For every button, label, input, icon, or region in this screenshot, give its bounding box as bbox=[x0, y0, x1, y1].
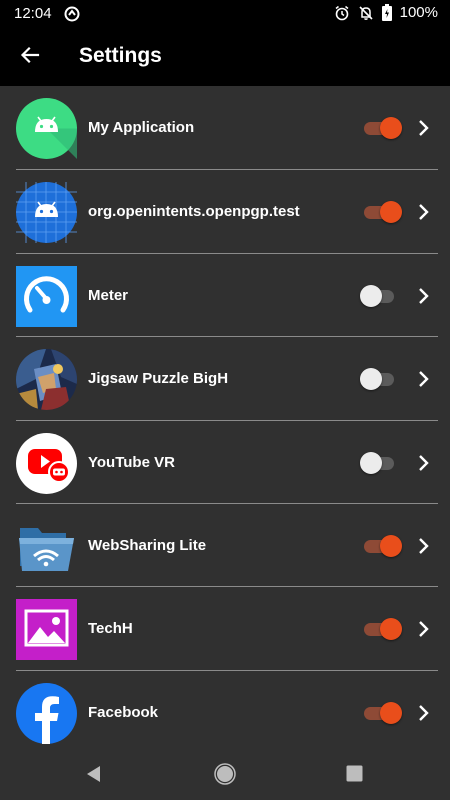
arrow-back-icon bbox=[20, 45, 40, 70]
app-name: org.openintents.openpgp.test bbox=[88, 203, 300, 220]
chevron-right-icon[interactable] bbox=[413, 452, 433, 474]
android-grid-icon bbox=[16, 182, 77, 243]
list-item[interactable]: Facebook bbox=[0, 671, 450, 754]
settings-screen: 12:04 100% Settings My Application org.o… bbox=[0, 0, 450, 800]
list-item[interactable]: Jigsaw Puzzle BigH bbox=[0, 337, 450, 420]
battery-icon bbox=[381, 4, 392, 21]
app-toggle[interactable] bbox=[360, 201, 402, 223]
facebook-icon bbox=[16, 683, 77, 744]
app-toggle[interactable] bbox=[360, 368, 396, 390]
app-name: Meter bbox=[88, 287, 129, 304]
recents-square-icon bbox=[346, 765, 363, 787]
app-bar: Settings bbox=[0, 28, 450, 86]
list-item[interactable]: YouTube VR bbox=[0, 421, 450, 504]
app-toggle[interactable] bbox=[360, 285, 396, 307]
alarm-icon bbox=[334, 5, 350, 21]
puzzle-art-icon bbox=[16, 349, 77, 410]
app-name: YouTube VR bbox=[88, 454, 175, 471]
app-name: Facebook bbox=[88, 704, 159, 721]
back-button[interactable] bbox=[14, 41, 46, 73]
nav-home-button[interactable] bbox=[211, 762, 239, 790]
list-item[interactable]: Meter bbox=[0, 254, 450, 337]
back-triangle-icon bbox=[85, 765, 103, 788]
home-circle-icon bbox=[214, 762, 236, 790]
chevron-right-icon[interactable] bbox=[413, 285, 433, 307]
app-list: My Application org.openintents.openpgp.t… bbox=[0, 86, 450, 752]
list-item[interactable]: WebSharing Lite bbox=[0, 504, 450, 587]
app-toggle[interactable] bbox=[360, 535, 402, 557]
status-time: 12:04 bbox=[14, 5, 52, 22]
battery-percent: 100% bbox=[399, 4, 438, 21]
speedometer-icon bbox=[16, 266, 77, 327]
app-toggle[interactable] bbox=[360, 702, 402, 724]
image-gallery-icon bbox=[16, 599, 77, 660]
wifi-folder-icon bbox=[16, 516, 77, 577]
list-item[interactable]: My Application bbox=[0, 86, 450, 169]
status-icons: 100% bbox=[334, 4, 438, 21]
app-toggle[interactable] bbox=[360, 117, 402, 139]
page-title: Settings bbox=[79, 44, 162, 67]
app-name: WebSharing Lite bbox=[88, 537, 207, 554]
notifications-off-icon bbox=[358, 5, 374, 21]
sync-icon bbox=[64, 6, 80, 26]
chevron-right-icon[interactable] bbox=[413, 618, 433, 640]
chevron-right-icon[interactable] bbox=[413, 201, 433, 223]
navigation-bar bbox=[0, 752, 450, 800]
app-toggle[interactable] bbox=[360, 618, 402, 640]
youtube-vr-icon bbox=[16, 433, 77, 494]
app-name: Jigsaw Puzzle BigH bbox=[88, 370, 229, 387]
chevron-right-icon[interactable] bbox=[413, 535, 433, 557]
chevron-right-icon[interactable] bbox=[413, 117, 433, 139]
app-name: TechH bbox=[88, 620, 133, 637]
nav-back-button[interactable] bbox=[80, 762, 108, 790]
nav-recents-button[interactable] bbox=[340, 762, 368, 790]
chevron-right-icon[interactable] bbox=[413, 368, 433, 390]
app-toggle[interactable] bbox=[360, 452, 396, 474]
android-round-icon bbox=[16, 98, 77, 159]
status-bar: 12:04 100% bbox=[0, 0, 450, 28]
list-item[interactable]: org.openintents.openpgp.test bbox=[0, 170, 450, 253]
app-name: My Application bbox=[88, 119, 195, 136]
list-item[interactable]: TechH bbox=[0, 587, 450, 670]
chevron-right-icon[interactable] bbox=[413, 702, 433, 724]
